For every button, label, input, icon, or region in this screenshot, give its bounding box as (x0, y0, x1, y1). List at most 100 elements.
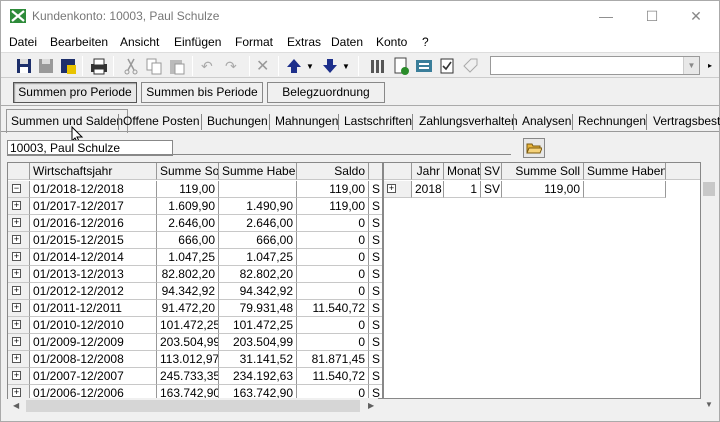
menu-extras[interactable]: Extras (287, 35, 321, 49)
vertical-scroll-thumb[interactable] (703, 182, 715, 196)
minimize-button[interactable]: — (583, 1, 629, 32)
header-saldo[interactable]: Saldo (297, 163, 369, 180)
header-jahr[interactable]: Jahr (412, 163, 444, 180)
cell-summe-soll: 94.342,92 (157, 283, 219, 300)
expand-icon[interactable]: + (12, 269, 21, 278)
header-monat[interactable]: Monat (444, 163, 481, 180)
table-row[interactable]: +01/2016-12/2016 2.646,00 2.646,00 0 S (8, 215, 382, 232)
menu-datei[interactable]: Datei (9, 35, 37, 49)
expand-icon[interactable]: + (12, 388, 21, 397)
chevron-down-icon[interactable]: ▼ (683, 57, 699, 74)
table-row[interactable]: −01/2018-12/2018 119,00 119,00 S (8, 181, 382, 198)
scroll-left-icon[interactable]: ◀ (13, 401, 19, 410)
menu-einfuegen[interactable]: Einfügen (174, 35, 221, 49)
view-belegzuordnung[interactable]: Belegzuordnung (267, 82, 385, 103)
menu-ansicht[interactable]: Ansicht (120, 35, 159, 49)
header-summe-haben[interactable]: Summe Haben (219, 163, 297, 180)
view-summen-pro-periode[interactable]: Summen pro Periode (13, 82, 137, 103)
cell-wirtschaftsjahr: 01/2016-12/2016 (30, 215, 157, 232)
menu-bearbeiten[interactable]: Bearbeiten (50, 35, 108, 49)
table-row[interactable]: +01/2017-12/2017 1.609,90 1.490,90 119,00 S (8, 198, 382, 215)
vertical-scrollbar[interactable]: ▼ (701, 179, 717, 413)
print-icon[interactable] (89, 56, 109, 76)
expand-icon[interactable]: + (12, 337, 21, 346)
expand-icon[interactable]: + (12, 235, 21, 244)
up-arrow-icon[interactable] (284, 56, 304, 76)
table-row[interactable]: +01/2014-12/2014 1.047,25 1.047,25 0 S (8, 249, 382, 266)
redo-icon[interactable]: ↷ (225, 58, 237, 75)
months-table: Jahr Monat SV Summe Soll Summe Haben +20… (383, 162, 701, 399)
table-row[interactable]: +01/2006-12/2006 163.742,90 163.742,90 0 S (8, 385, 382, 398)
cell-summe-haben: 94.342,92 (219, 283, 297, 300)
expand-icon[interactable]: + (12, 320, 21, 329)
scroll-down-icon[interactable]: ▼ (705, 400, 713, 409)
header-summe-soll[interactable]: Summe Soll (157, 163, 219, 180)
table-row[interactable]: +01/2013-12/2013 82.802,20 82.802,20 0 S (8, 266, 382, 283)
table-row[interactable]: +01/2012-12/2012 94.342,92 94.342,92 0 S (8, 283, 382, 300)
table-row[interactable]: +2018 1 SV 119,00 (384, 181, 700, 198)
tab-analysen[interactable]: Analysen (522, 112, 571, 132)
expand-icon[interactable]: + (12, 303, 21, 312)
header-sv[interactable]: SV (481, 163, 502, 180)
save-all-icon[interactable] (58, 56, 78, 76)
tab-zahlungsverhalten[interactable]: Zahlungsverhalten (419, 112, 518, 132)
open-customer-button[interactable] (523, 138, 545, 158)
maximize-icon: ☐ (645, 8, 659, 24)
cell-wirtschaftsjahr: 01/2006-12/2006 (30, 385, 157, 398)
delete-icon[interactable]: ✕ (256, 56, 269, 76)
expand-icon[interactable]: + (12, 252, 21, 261)
row-expander-cell: + (8, 300, 30, 317)
up-dropdown-icon[interactable]: ▼ (306, 62, 314, 71)
tab-vertragsbest[interactable]: Vertragsbest. (653, 112, 720, 132)
horizontal-scrollbar[interactable]: ◀ ▶ (8, 398, 378, 414)
save-as-icon[interactable] (36, 56, 56, 76)
table-row[interactable]: +01/2009-12/2009 203.504,99 203.504,99 0 S (8, 334, 382, 351)
table-row[interactable]: +01/2008-12/2008 113.012,97 31.141,52 81.87… (8, 351, 382, 368)
cut-icon[interactable] (121, 56, 141, 76)
document-add-icon[interactable] (391, 56, 411, 76)
table-row[interactable]: +01/2011-12/2011 91.472,20 79.931,48 11.540… (8, 300, 382, 317)
close-button[interactable]: ✕ (673, 1, 719, 32)
transfer-icon[interactable] (414, 56, 434, 76)
cell-saldo: 0 (297, 334, 369, 351)
tab-offene-posten[interactable]: Offene Posten (123, 112, 200, 132)
table-row[interactable]: +01/2010-12/2010 101.472,25 101.472,25 0 S (8, 317, 382, 334)
down-arrow-icon[interactable] (320, 56, 340, 76)
tab-mahnungen[interactable]: Mahnungen (275, 112, 338, 132)
accounts-icon[interactable] (368, 56, 388, 76)
scroll-right-icon[interactable]: ▶ (368, 401, 374, 410)
header-right-summe-soll[interactable]: Summe Soll (502, 163, 584, 180)
toolbar-combobox[interactable]: ▼ (490, 56, 700, 75)
maximize-button[interactable]: ☐ (629, 1, 675, 32)
menu-daten[interactable]: Daten (331, 35, 363, 49)
expand-icon[interactable]: + (12, 218, 21, 227)
expand-icon[interactable]: + (12, 371, 21, 380)
header-right-summe-haben[interactable]: Summe Haben (584, 163, 666, 180)
tag-icon[interactable] (460, 56, 480, 76)
tab-buchungen[interactable]: Buchungen (207, 112, 268, 132)
menu-help[interactable]: ? (422, 35, 429, 49)
expand-icon[interactable]: + (387, 184, 396, 193)
tab-rechnungen[interactable]: Rechnungen (578, 112, 646, 132)
save-icon[interactable] (14, 56, 34, 76)
paste-icon[interactable] (167, 56, 187, 76)
copy-icon[interactable] (144, 56, 164, 76)
table-row[interactable]: +01/2015-12/2015 666,00 666,00 0 S (8, 232, 382, 249)
toolbar-overflow-icon[interactable]: ▸ (708, 61, 712, 70)
table-row[interactable]: +01/2007-12/2007 245.733,35 234.192,63 11.5… (8, 368, 382, 385)
expand-icon[interactable]: + (12, 354, 21, 363)
menu-format[interactable]: Format (235, 35, 273, 49)
header-wirtschaftsjahr[interactable]: Wirtschaftsjahr (30, 163, 157, 180)
view-summen-bis-periode[interactable]: Summen bis Periode (141, 82, 263, 103)
menu-konto[interactable]: Konto (376, 35, 407, 49)
horizontal-scroll-thumb[interactable] (26, 400, 360, 412)
tab-lastschriften[interactable]: Lastschriften (344, 112, 412, 132)
expand-icon[interactable]: + (12, 201, 21, 210)
view-toggle-bar: Summen pro Periode Summen bis Periode Be… (1, 78, 719, 106)
tab-summen-und-salden[interactable]: Summen und Salden (6, 109, 129, 133)
checklist-icon[interactable] (437, 56, 457, 76)
down-dropdown-icon[interactable]: ▼ (342, 62, 350, 71)
undo-icon[interactable]: ↶ (201, 58, 213, 75)
collapse-icon[interactable]: − (12, 184, 21, 193)
expand-icon[interactable]: + (12, 286, 21, 295)
